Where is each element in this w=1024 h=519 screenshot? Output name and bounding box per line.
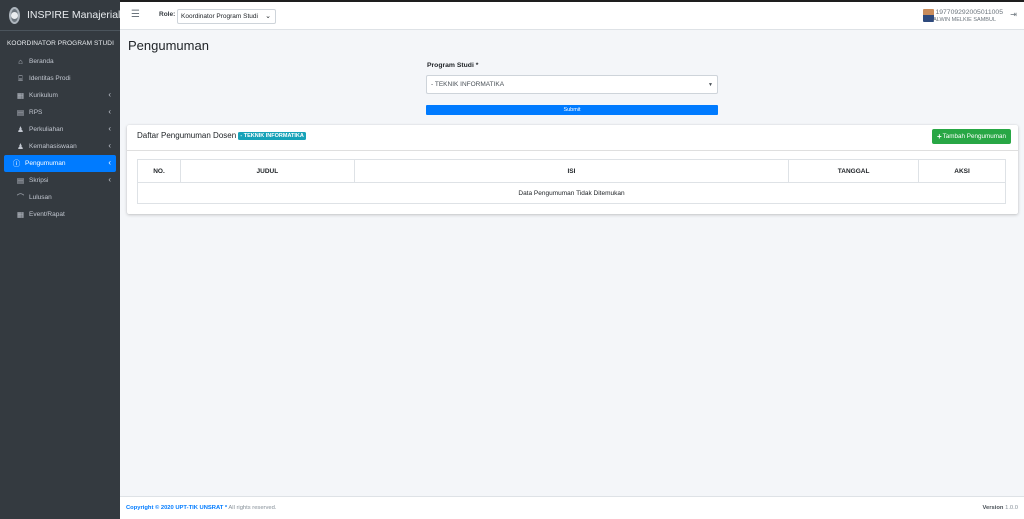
add-announcement-button[interactable]: + Tambah Pengumuman xyxy=(932,129,1011,144)
column-header-isi[interactable]: ISI xyxy=(353,159,790,183)
users-icon: ♟ xyxy=(17,125,24,134)
sidebar-item-label: Event/Rapat xyxy=(29,211,65,218)
university-icon: ⌸ xyxy=(18,73,23,83)
logout-icon[interactable]: ⇥ xyxy=(1010,10,1017,19)
file-icon: ▤ xyxy=(16,176,25,185)
version-label: Version xyxy=(982,505,1004,511)
sidebar-item-skripsi[interactable]: ▤ Skripsi ‹ xyxy=(4,172,116,189)
sidebar-item-label: Lulusan xyxy=(29,194,52,201)
chevron-left-icon: ‹ xyxy=(108,141,111,150)
user-id[interactable]: 197709292005011005 xyxy=(935,9,1003,17)
table-header-row: NO. JUDUL ISI TANGGAL AKSI xyxy=(137,159,1006,183)
chevron-left-icon: ‹ xyxy=(108,175,111,184)
card-title: Daftar Pengumuman Dosen - TEKNIK INFORMA… xyxy=(137,131,306,140)
chevron-left-icon: ‹ xyxy=(108,107,111,116)
menu-toggle-icon[interactable]: ☰ xyxy=(131,9,140,20)
card-title-text: Daftar Pengumuman Dosen xyxy=(137,131,237,140)
sidebar-item-label: Identitas Prodi xyxy=(29,75,71,82)
sidebar-item-kurikulum[interactable]: ▦ Kurikulum ‹ xyxy=(4,87,116,104)
user-name[interactable]: ALWIN MELKIE SAMBUL xyxy=(933,17,996,23)
footer: Copyright © 2020 UPT-TIK UNSRAT * All ri… xyxy=(120,496,1024,519)
sidebar-item-beranda[interactable]: ⌂ Beranda xyxy=(4,53,116,70)
announcement-card: Daftar Pengumuman Dosen - TEKNIK INFORMA… xyxy=(127,125,1018,214)
sidebar-item-perkuliahan[interactable]: ♟ Perkuliahan ‹ xyxy=(4,121,116,138)
sidebar-item-event-rapat[interactable]: ▦ Event/Rapat xyxy=(4,206,116,223)
table-row: Data Pengumuman Tidak Ditemukan xyxy=(137,182,1006,204)
role-label: Role: xyxy=(159,11,176,18)
copyright: Copyright © 2020 UPT-TIK UNSRAT * All ri… xyxy=(126,505,276,511)
sidebar-item-label: RPS xyxy=(29,109,43,116)
sidebar-item-rps[interactable]: ▤ RPS ‹ xyxy=(4,104,116,121)
sidebar-item-label: Kurikulum xyxy=(29,92,58,99)
role-select-value: Koordinator Program Studi xyxy=(181,13,258,20)
book-icon: ▤ xyxy=(16,108,25,117)
column-header-judul[interactable]: JUDUL xyxy=(179,159,355,183)
calendar-icon: ▦ xyxy=(16,210,25,219)
plus-icon: + xyxy=(936,132,942,141)
column-header-tanggal[interactable]: TANGGAL xyxy=(788,159,920,183)
sidebar-heading: KOORDINATOR PROGRAM STUDI xyxy=(7,40,114,47)
table-icon: ▦ xyxy=(16,91,25,100)
program-studi-label: Program Studi * xyxy=(427,62,479,69)
add-announcement-label: Tambah Pengumuman xyxy=(942,133,1007,140)
brand-link[interactable]: INSPIRE Manajerial xyxy=(0,0,120,31)
students-icon: ♟ xyxy=(17,142,24,151)
card-header: Daftar Pengumuman Dosen - TEKNIK INFORMA… xyxy=(127,125,1018,151)
sidebar: INSPIRE Manajerial KOORDINATOR PROGRAM S… xyxy=(0,0,120,519)
prodi-badge: - TEKNIK INFORMATIKA xyxy=(238,132,306,140)
brand-title: INSPIRE Manajerial xyxy=(27,9,121,21)
info-circle-icon: ⓘ xyxy=(12,159,21,168)
topbar: ☰ Role: Koordinator Program Studi ⌄ 1977… xyxy=(120,0,1024,30)
copyright-prefix[interactable]: Copyright © 2020 UPT-TIK UNSRAT * xyxy=(126,505,227,511)
empty-message: Data Pengumuman Tidak Ditemukan xyxy=(137,182,1006,204)
version: Version 1.0.0 xyxy=(983,505,1018,511)
sidebar-item-label: Pengumuman xyxy=(25,160,66,167)
program-studi-value: - TEKNIK INFORMATIKA xyxy=(431,81,505,88)
sidebar-item-identitas-prodi[interactable]: ⌸ Identitas Prodi xyxy=(4,70,116,87)
caret-down-icon: ▼ xyxy=(708,82,713,88)
page-title: Pengumuman xyxy=(128,38,209,53)
sidebar-item-label: Kemahasiswaan xyxy=(29,143,77,150)
chevron-left-icon: ‹ xyxy=(108,90,111,99)
program-studi-select[interactable]: - TEKNIK INFORMATIKA ▼ xyxy=(426,75,718,94)
chevron-down-icon: ⌄ xyxy=(265,13,271,20)
home-icon: ⌂ xyxy=(18,57,23,66)
copyright-suffix: All rights reserved. xyxy=(228,505,277,511)
sidebar-nav: ⌂ Beranda ⌸ Identitas Prodi ▦ Kurikulum ‹ ▤ RPS ‹… xyxy=(0,53,120,223)
brand-logo-icon xyxy=(9,6,20,24)
graduation-cap-icon: ⌒ xyxy=(16,193,25,202)
submit-button[interactable]: Submit xyxy=(426,105,718,115)
column-header-aksi[interactable]: AKSI xyxy=(918,159,1006,183)
announcement-table: NO. JUDUL ISI TANGGAL AKSI Data Pengumum… xyxy=(137,159,1006,204)
announcement-table-wrapper: NO. JUDUL ISI TANGGAL AKSI Data Pengumum… xyxy=(137,159,1006,204)
role-select[interactable]: Koordinator Program Studi ⌄ xyxy=(177,9,276,24)
sidebar-item-label: Skripsi xyxy=(29,177,49,184)
sidebar-item-kemahasiswaan[interactable]: ♟ Kemahasiswaan ‹ xyxy=(4,138,116,155)
column-header-no[interactable]: NO. xyxy=(137,159,181,183)
sidebar-item-pengumuman[interactable]: ⓘ Pengumuman ‹ xyxy=(4,155,116,172)
sidebar-item-lulusan[interactable]: ⌒ Lulusan xyxy=(4,189,116,206)
chevron-left-icon: ‹ xyxy=(108,124,111,133)
sidebar-item-label: Beranda xyxy=(29,58,54,65)
chevron-left-icon: ‹ xyxy=(108,158,111,167)
sidebar-item-label: Perkuliahan xyxy=(29,126,64,133)
version-value: 1.0.0 xyxy=(1005,505,1018,511)
